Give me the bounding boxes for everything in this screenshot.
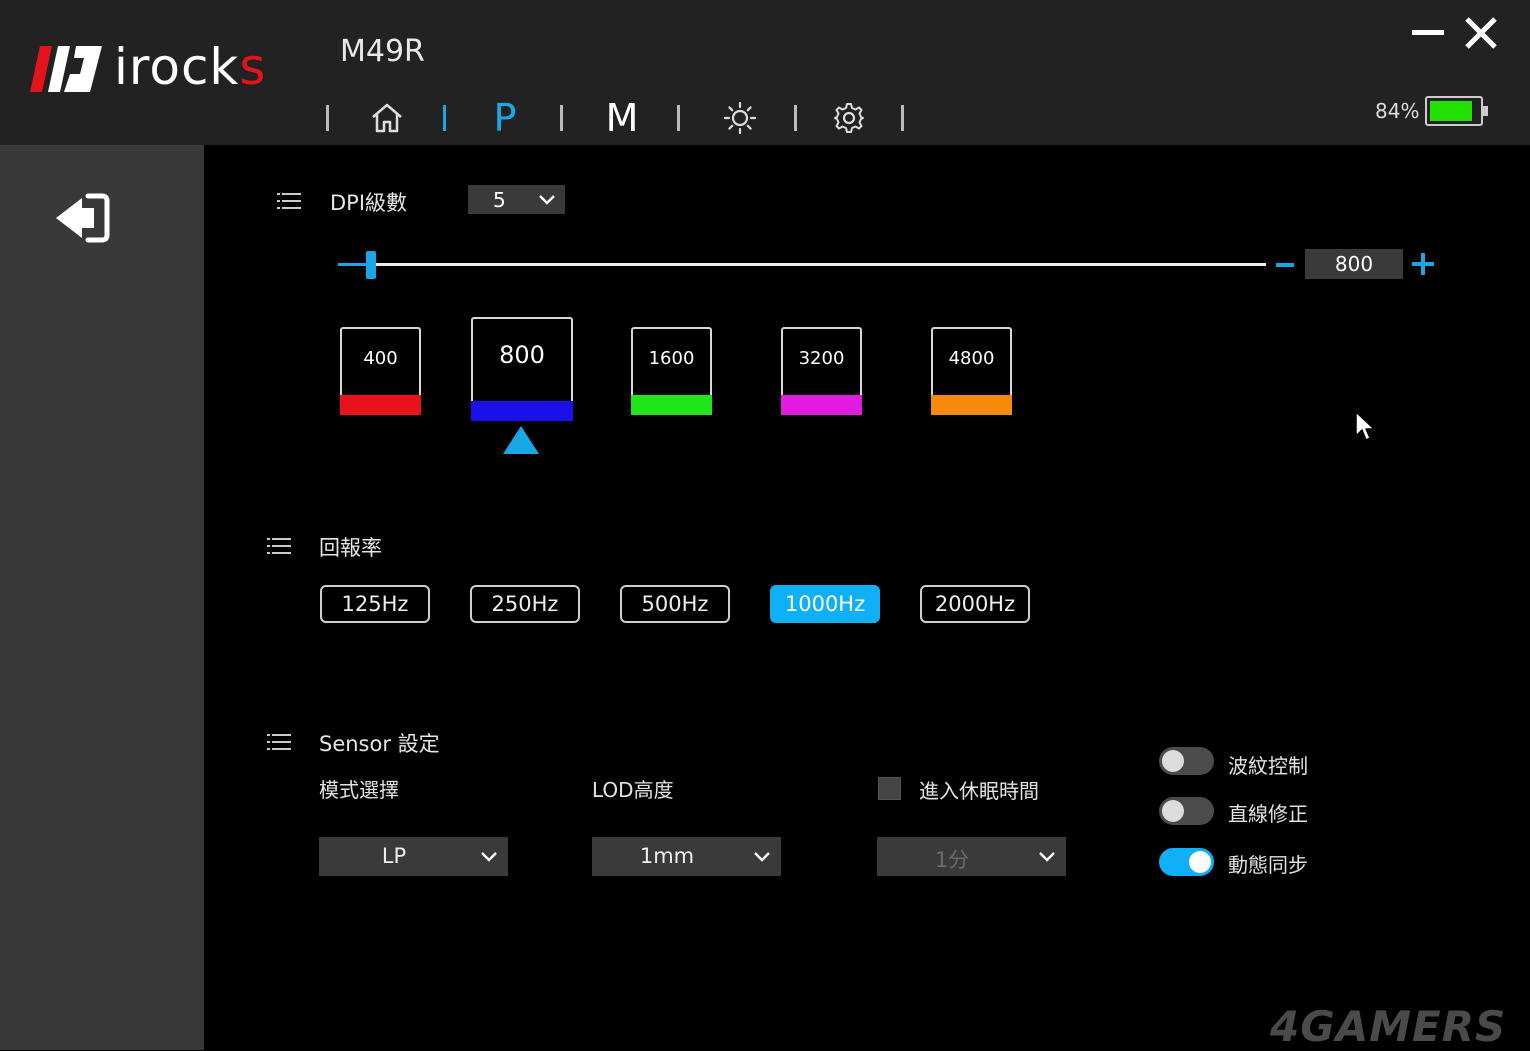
dpi-increase-button[interactable] [1408,248,1440,280]
toggle-knob [1189,851,1211,873]
rate-500hz-button[interactable]: 500Hz [620,585,730,623]
rate-125hz-button[interactable]: 125Hz [320,585,430,623]
battery-icon [1425,96,1488,126]
angle-snapping-toggle[interactable] [1159,797,1214,825]
dpi-stage-color [631,395,712,415]
dpi-stage-value: 3200 [798,348,845,369]
tab-home[interactable] [358,92,416,144]
mouse-pointer-icon [1355,411,1375,441]
tab-lighting[interactable] [711,92,769,144]
sleep-checkbox[interactable] [878,777,901,800]
nav-separator [794,105,797,131]
mode-label: 模式選擇 [319,778,399,802]
rate-2000hz-button[interactable]: 2000Hz [920,585,1030,623]
close-icon [1465,17,1497,49]
logo-mark [30,46,102,92]
sun-icon [723,101,757,135]
nav-separator [326,105,329,131]
ripple-control-toggle[interactable] [1159,747,1214,775]
device-model: M49R [340,34,425,69]
motion-sync-toggle[interactable] [1159,848,1214,876]
chevron-down-icon [539,195,555,205]
ripple-control-label: 波紋控制 [1228,754,1308,778]
dpi-section-title: DPI級數 [330,191,408,215]
chevron-down-icon [481,852,497,862]
polling-section-title: 回報率 [319,536,382,560]
dpi-stage-value: 4800 [948,348,995,369]
dpi-stage-color [471,401,573,421]
dpi-value-input[interactable]: 800 [1305,249,1403,279]
dpi-slider-track[interactable] [338,263,1266,266]
mode-value: LP [381,844,407,868]
list-icon [267,538,291,554]
back-button[interactable] [52,190,114,246]
angle-snapping-label: 直線修正 [1228,802,1308,826]
dpi-levels-select[interactable]: 5 [468,185,565,214]
rate-1000hz-button[interactable]: 1000Hz [770,585,880,623]
nav-separator [677,105,680,131]
lod-select[interactable]: 1mm [592,837,781,876]
dpi-stage-value: 1600 [648,348,695,369]
selected-stage-indicator [503,426,539,454]
toggle-knob [1162,800,1184,822]
logo-wordmark: irocks [114,38,267,96]
nav-separator [901,105,904,131]
motion-sync-label: 動態同步 [1228,853,1308,877]
sleep-time-select[interactable]: 1分 [877,837,1066,876]
watermark: 4GAMERS [1270,1002,1507,1051]
sidebar [0,145,204,1050]
tab-performance[interactable]: P [476,92,534,144]
tab-macro[interactable]: M [593,92,651,144]
dpi-stage-2[interactable]: 800 [471,317,573,421]
rate-250hz-button[interactable]: 250Hz [470,585,580,623]
chevron-down-icon [1039,852,1055,862]
sleep-label: 進入休眠時間 [919,779,1039,803]
toggle-knob [1162,750,1184,772]
battery-level [1430,101,1472,121]
sign-in-icon [56,193,110,243]
lod-value: 1mm [639,844,695,868]
close-button[interactable] [1460,12,1502,54]
minimize-button[interactable] [1408,18,1448,48]
mode-select[interactable]: LP [319,837,508,876]
tab-settings[interactable] [820,92,878,144]
dpi-slider-handle[interactable] [366,251,376,279]
list-icon [267,734,291,750]
nav-separator [560,105,563,131]
sleep-time-value: 1分 [934,848,970,872]
list-icon [277,193,301,209]
dpi-stage-color [931,395,1012,415]
brand-logo: irocks [30,38,300,100]
dpi-stage-3[interactable]: 1600 [631,327,712,415]
lod-label: LOD高度 [592,778,674,802]
dpi-stage-value: 400 [363,348,398,369]
dpi-decrease-button[interactable] [1272,248,1300,280]
battery-percent: 84% [1375,99,1420,123]
dpi-stage-color [781,395,862,415]
dpi-stage-1[interactable]: 400 [340,327,421,415]
dpi-stage-4[interactable]: 3200 [781,327,862,415]
gear-icon [834,103,864,133]
dpi-stage-value: 800 [499,341,545,369]
dpi-stage-color [340,395,421,415]
dpi-stage-5[interactable]: 4800 [931,327,1012,415]
home-icon [372,103,402,133]
dpi-levels-value: 5 [493,188,506,212]
sensor-section-title: Sensor 設定 [319,732,440,756]
nav-separator [443,105,446,131]
chevron-down-icon [754,852,770,862]
